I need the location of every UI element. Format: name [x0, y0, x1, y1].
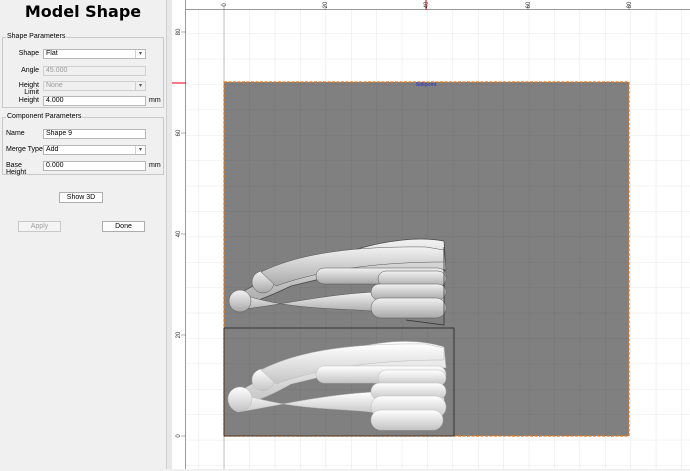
apply-button[interactable]: Apply	[18, 221, 61, 232]
component-parameters-group: Component Parameters Name Shape 9 Merge …	[2, 113, 164, 176]
vertical-ruler-svg: 80 60 40 20 0	[172, 28, 186, 438]
angle-field: 45.000	[43, 66, 146, 76]
base-height-label: Base Height	[6, 162, 27, 176]
component-parameters-header: Component Parameters	[6, 113, 83, 120]
hruler-tick-60: 60	[526, 1, 532, 8]
panel-title: Model Shape	[24, 2, 142, 21]
hruler-tick-0: 0	[222, 3, 228, 7]
chevron-down-icon: ▾	[135, 50, 145, 58]
hruler-tick-80: 80	[627, 1, 633, 8]
canvas-svg[interactable]: Stillpoint	[186, 10, 690, 469]
height-unit: mm	[149, 97, 161, 104]
design-canvas[interactable]: Stillpoint	[186, 10, 690, 469]
name-field[interactable]: Shape 9	[43, 129, 146, 139]
done-button[interactable]: Done	[102, 221, 145, 232]
angle-label: Angle	[21, 67, 39, 74]
shape-label: Shape	[18, 50, 39, 57]
shape-select[interactable]: Flat ▾	[43, 49, 146, 59]
vertical-ruler: 80 60 40 20 0	[172, 0, 186, 469]
vruler-tick-40: 40	[176, 230, 182, 237]
base-height-unit: mm	[149, 162, 161, 169]
height-limit-select: None ▾	[43, 81, 146, 91]
vruler-tick-60: 60	[176, 129, 182, 136]
height-field[interactable]: 4.000	[43, 96, 146, 106]
vruler-tick-20: 20	[176, 331, 182, 338]
show-3d-button[interactable]: Show 3D	[59, 192, 103, 203]
vruler-tick-80: 80	[176, 28, 182, 35]
merge-type-select[interactable]: Add ▾	[43, 145, 146, 155]
merge-type-label: Merge Type	[6, 146, 43, 153]
horizontal-ruler: 0 20 40 60 80	[186, 0, 690, 10]
merge-type-value: Add	[46, 146, 59, 153]
shape-parameters-group: Shape Parameters Shape Flat ▾ Angle 45.0…	[2, 33, 164, 108]
name-label: Name	[6, 130, 25, 137]
shape-parameters-header: Shape Parameters	[6, 33, 67, 40]
hruler-tick-20: 20	[323, 1, 329, 8]
chevron-down-icon: ▾	[135, 82, 145, 90]
height-limit-label: Height Limit	[18, 82, 39, 96]
left-panel: Model Shape Shape Parameters Shape Flat …	[0, 0, 166, 469]
shape-select-value: Flat	[46, 50, 58, 57]
chevron-down-icon: ▾	[135, 146, 145, 154]
height-limit-value: None	[46, 82, 63, 89]
vruler-tick-0: 0	[176, 434, 182, 438]
height-label: Height	[18, 97, 39, 104]
workspace-marker-label: Stillpoint	[416, 82, 437, 88]
base-height-field[interactable]: 0.000	[43, 161, 146, 171]
hruler-tick-40: 40	[424, 1, 430, 8]
horizontal-ruler-svg: 0 20 40 60 80	[222, 0, 633, 10]
